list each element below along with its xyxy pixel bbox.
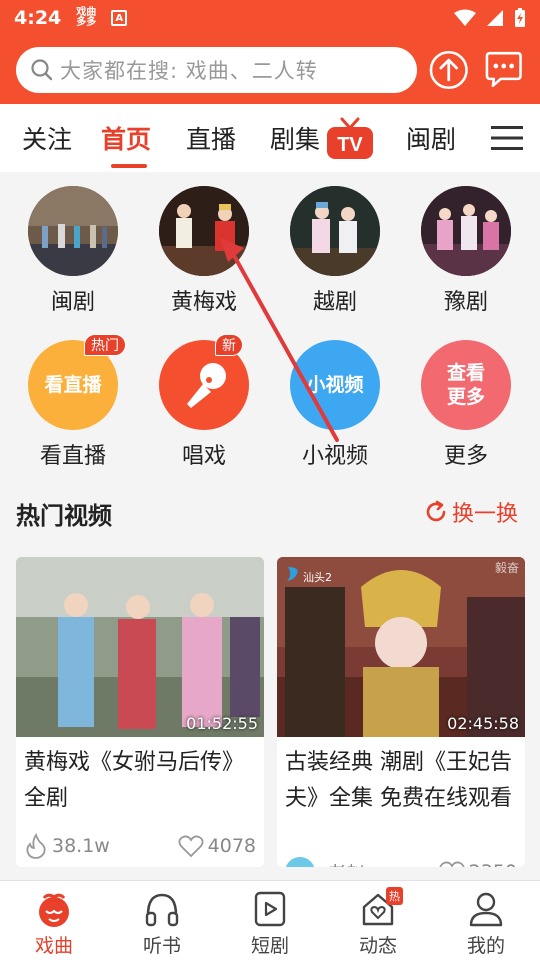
- play-icon: [254, 891, 286, 927]
- category-minju-image: [28, 186, 118, 276]
- category-huangmeixi-image: [159, 186, 249, 276]
- tab-home[interactable]: 首页: [101, 120, 151, 156]
- more-button[interactable]: 查看更多 更多: [411, 340, 521, 470]
- channel-logo: [287, 567, 298, 581]
- battery-icon: [515, 8, 525, 27]
- status-a-icon: A: [111, 10, 128, 26]
- nav-audiobook[interactable]: 听书: [108, 881, 216, 960]
- tab-follow[interactable]: 关注: [22, 120, 72, 156]
- sing-opera-button[interactable]: 唱戏 新: [149, 334, 259, 470]
- function-label: 更多: [443, 444, 488, 469]
- heart-icon[interactable]: [439, 860, 465, 867]
- author-avatar[interactable]: [285, 857, 315, 867]
- section-title: 热门视频: [16, 502, 112, 530]
- hot-badge: 热门: [84, 334, 126, 356]
- status-time: 4:24: [14, 7, 62, 29]
- refresh-label: 换一换: [452, 502, 519, 527]
- status-bar: 4:24 戏曲多多 A: [0, 0, 540, 36]
- app-header: 4:24 戏曲多多 A 大家都在搜: 戏曲、二人转: [0, 0, 540, 104]
- headphones-icon: [145, 893, 179, 927]
- function-label: 看直播: [39, 444, 106, 469]
- short-video-button[interactable]: 小视频 小视频: [280, 340, 390, 470]
- category-label: 豫剧: [443, 290, 488, 315]
- menu-icon[interactable]: [491, 124, 523, 152]
- nav-label: 听书: [142, 935, 181, 957]
- nav-label: 短剧: [250, 935, 289, 957]
- video-duration: 02:45:58: [447, 714, 519, 733]
- more-icon: 查看更多: [421, 340, 511, 430]
- active-tab-indicator: [111, 164, 147, 168]
- tv-badge-text: TV: [337, 134, 363, 156]
- refresh-button[interactable]: 换一换: [424, 496, 518, 528]
- video-likes: 4078: [207, 835, 256, 857]
- video-watermark: 毅奋: [494, 561, 519, 575]
- signal-icon: [487, 10, 503, 26]
- search-icon: [31, 59, 53, 81]
- video-thumbnail: 汕头2 毅奋 02:45:58: [277, 557, 525, 737]
- video-title: 黄梅戏《女驸马后传》全剧: [24, 750, 245, 811]
- channel-name: 汕头2: [303, 571, 332, 584]
- more-icon-text: 查看更多: [446, 362, 485, 408]
- status-app-badge: 戏曲多多: [76, 7, 97, 28]
- video-card[interactable]: 01:52:55 黄梅戏《女驸马后传》全剧 38.1w 4078: [16, 557, 264, 867]
- search-placeholder: 大家都在搜: 戏曲、二人转: [60, 59, 318, 83]
- nav-label: 我的: [466, 935, 505, 957]
- nav-label: 戏曲: [34, 935, 73, 957]
- category-yuju[interactable]: 豫剧: [411, 186, 521, 316]
- category-yueju[interactable]: 越剧: [280, 186, 390, 316]
- nav-feed[interactable]: 动态 热: [324, 881, 432, 960]
- tv-icon: TV: [327, 117, 373, 159]
- short-video-icon: 小视频: [290, 340, 380, 430]
- category-label: 越剧: [312, 290, 357, 315]
- category-label: 闽剧: [50, 290, 95, 315]
- heart-icon[interactable]: [178, 834, 204, 858]
- opera-mascot-icon: [39, 893, 69, 927]
- refresh-icon: [426, 500, 446, 522]
- user-icon: [469, 892, 503, 927]
- short-video-icon-text: 小视频: [306, 374, 364, 396]
- video-title: 古装经典 潮剧《王妃告夫》全集 免费在线观看: [285, 750, 512, 811]
- hot-tag: 热: [386, 887, 403, 905]
- video-views: 38.1w: [52, 835, 110, 857]
- video-duration: 01:52:55: [186, 714, 258, 733]
- category-yuju-image: [421, 186, 511, 276]
- category-yueju-image: [290, 186, 380, 276]
- top-tabs: 关注 首页 直播 剧集 闽剧: [0, 104, 540, 172]
- message-icon[interactable]: [483, 50, 524, 90]
- wifi-icon: [454, 9, 476, 26]
- function-label: 唱戏: [181, 444, 226, 469]
- tab-minju[interactable]: 闽剧: [406, 120, 456, 156]
- bottom-nav: 戏曲 听书 短剧 动态 热 我的: [0, 880, 540, 960]
- function-label: 小视频: [301, 444, 368, 469]
- tab-series[interactable]: 剧集: [270, 120, 320, 156]
- category-label: 黄梅戏: [170, 290, 237, 315]
- category-huangmeixi[interactable]: 黄梅戏: [149, 186, 259, 316]
- search-input[interactable]: 大家都在搜: 戏曲、二人转: [16, 47, 418, 93]
- video-thumbnail: 01:52:55: [16, 557, 264, 737]
- nav-short-drama[interactable]: 短剧: [216, 881, 324, 960]
- nav-label: 动态: [358, 935, 397, 957]
- nav-opera[interactable]: 戏曲: [0, 881, 108, 960]
- watch-live-button[interactable]: 看直播 看直播 热门: [18, 334, 128, 470]
- video-likes: 2350: [469, 861, 517, 867]
- video-card[interactable]: 汕头2 毅奋 02:45:58 古装经典 潮剧《王妃告夫》全集 免费在线观看 老…: [277, 557, 525, 867]
- category-minju[interactable]: 闽剧: [18, 186, 128, 316]
- video-author[interactable]: 老赵: [327, 859, 365, 868]
- flame-icon: [26, 833, 46, 859]
- new-badge: 新: [215, 334, 243, 356]
- tab-live[interactable]: 直播: [186, 120, 236, 156]
- upload-icon[interactable]: [429, 50, 469, 90]
- nav-profile[interactable]: 我的: [432, 881, 540, 960]
